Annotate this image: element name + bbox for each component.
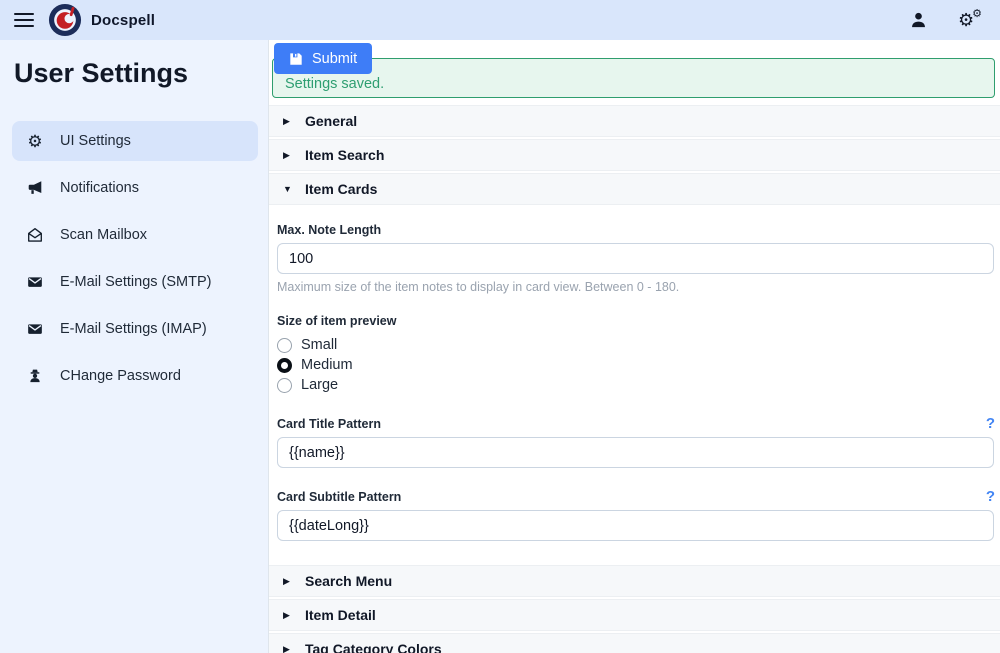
- section-item-cards[interactable]: ▼ Item Cards: [269, 173, 1000, 205]
- top-navbar: Docspell ⚙ ⚙: [0, 0, 1000, 40]
- max-note-length-input[interactable]: [277, 243, 994, 274]
- sidebar-item-label: E-Mail Settings (IMAP): [60, 321, 207, 337]
- settings-sidebar: User Settings ⚙ UI Settings Notification…: [0, 40, 268, 653]
- user-account-button[interactable]: [909, 10, 928, 30]
- card-title-pattern-input[interactable]: [277, 437, 994, 468]
- card-subtitle-pattern-input[interactable]: [277, 510, 994, 541]
- docspell-logo: [48, 3, 82, 37]
- page-title: User Settings: [14, 58, 258, 89]
- sidebar-item-ui-settings[interactable]: ⚙ UI Settings: [12, 121, 258, 161]
- radio-medium-circle[interactable]: [277, 358, 292, 373]
- settings-accordion-bottom: ▶ Search Menu ▶ Item Detail ▶ Tag Catego…: [269, 565, 1000, 653]
- sidebar-item-label: Notifications: [60, 180, 139, 196]
- item-cards-form: Max. Note Length Maximum size of the ite…: [269, 223, 1000, 541]
- sidebar-item-label: CHange Password: [60, 368, 181, 384]
- radio-large-circle[interactable]: [277, 378, 292, 393]
- success-alert-text: Settings saved.: [285, 76, 384, 92]
- sidebar-item-notifications[interactable]: Notifications: [12, 168, 258, 208]
- preview-size-label: Size of item preview: [277, 314, 995, 328]
- sidebar-item-scan-mailbox[interactable]: Scan Mailbox: [12, 215, 258, 255]
- section-item-search[interactable]: ▶ Item Search: [269, 139, 1000, 171]
- caret-right-icon: ▶: [283, 610, 305, 621]
- sidebar-item-label: UI Settings: [60, 133, 131, 149]
- user-icon: [909, 10, 928, 30]
- sidebar-item-label: E-Mail Settings (SMTP): [60, 274, 211, 290]
- envelope-open-icon: [25, 226, 45, 244]
- envelope-icon: [25, 320, 45, 338]
- section-search-menu[interactable]: ▶ Search Menu: [269, 565, 1000, 597]
- submit-button[interactable]: Submit: [274, 43, 372, 74]
- radio-small[interactable]: Small: [277, 335, 995, 355]
- radio-medium[interactable]: Medium: [277, 355, 995, 375]
- section-item-detail[interactable]: ▶ Item Detail: [269, 599, 1000, 631]
- card-title-pattern-label: Card Title Pattern: [277, 417, 381, 431]
- max-note-length-label: Max. Note Length: [277, 223, 995, 237]
- user-secret-icon: [25, 367, 45, 385]
- caret-right-icon: ▶: [283, 576, 305, 587]
- cogs-icon: ⚙ ⚙: [958, 9, 982, 31]
- menu-icon[interactable]: [14, 13, 34, 28]
- settings-button[interactable]: ⚙ ⚙: [958, 9, 982, 31]
- radio-large[interactable]: Large: [277, 375, 995, 395]
- help-icon[interactable]: ?: [986, 489, 995, 504]
- section-tag-category-colors[interactable]: ▶ Tag Category Colors: [269, 633, 1000, 653]
- success-alert: Settings saved.: [272, 58, 995, 98]
- sidebar-item-email-smtp[interactable]: E-Mail Settings (SMTP): [12, 262, 258, 302]
- preview-size-radio-group: Small Medium Large: [277, 335, 995, 395]
- section-general[interactable]: ▶ General: [269, 105, 1000, 137]
- card-subtitle-pattern-label: Card Subtitle Pattern: [277, 490, 401, 504]
- sidebar-item-change-password[interactable]: CHange Password: [12, 356, 258, 396]
- caret-right-icon: ▶: [283, 644, 305, 653]
- settings-content: Submit Settings saved. ▶ General ▶ Item …: [268, 40, 1000, 653]
- megaphone-icon: [25, 179, 45, 197]
- sidebar-item-label: Scan Mailbox: [60, 227, 147, 243]
- save-icon: [289, 52, 303, 66]
- sidebar-item-email-imap[interactable]: E-Mail Settings (IMAP): [12, 309, 258, 349]
- caret-down-icon: ▼: [283, 184, 305, 194]
- gear-icon: ⚙: [25, 133, 45, 150]
- max-note-length-hint: Maximum size of the item notes to displa…: [277, 280, 995, 294]
- app-title: Docspell: [91, 12, 155, 29]
- envelope-icon: [25, 273, 45, 291]
- help-icon[interactable]: ?: [986, 416, 995, 431]
- settings-accordion-top: ▶ General ▶ Item Search ▼ Item Cards: [269, 105, 1000, 205]
- radio-small-circle[interactable]: [277, 338, 292, 353]
- caret-right-icon: ▶: [283, 116, 305, 127]
- caret-right-icon: ▶: [283, 150, 305, 161]
